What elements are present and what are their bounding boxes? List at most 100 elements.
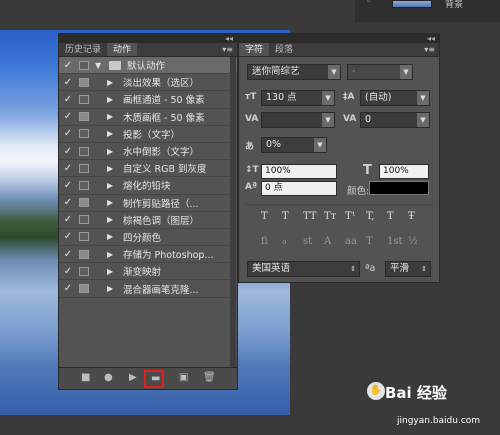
new-action-icon[interactable]: ▣ <box>179 372 188 383</box>
tracking-select[interactable]: 0 ▼ <box>360 112 430 128</box>
baseline-shift-field[interactable]: 0 点 <box>261 181 337 196</box>
tab-paragraph[interactable]: 段落 <box>269 43 299 56</box>
kerning-select[interactable]: ▼ <box>261 112 335 128</box>
panel-menu-icon[interactable]: ▾≡ <box>222 43 233 57</box>
collapse-icon[interactable]: ◂◂ <box>225 34 233 43</box>
all-caps-button[interactable]: TT <box>303 211 317 222</box>
delete-trash-icon[interactable]: 🗑 <box>203 372 216 383</box>
expand-triangle-icon[interactable]: ▼ <box>95 61 105 70</box>
tab-character[interactable]: 字符 <box>239 43 270 56</box>
action-row[interactable]: ✓ ▶ 熔化的铅块 <box>59 177 237 195</box>
contextual-alternates-button[interactable]: ℴ <box>282 236 287 247</box>
toggle-item-check-icon[interactable]: ✓ <box>62 77 74 88</box>
tab-history[interactable]: 历史记录 <box>59 43 107 56</box>
discretionary-ligature-button[interactable]: st <box>303 236 312 247</box>
toggle-item-check-icon[interactable]: ✓ <box>62 283 74 294</box>
action-row[interactable]: ✓ ▶ 投影（文字） <box>59 126 237 143</box>
toggle-dialog-icon[interactable] <box>79 94 89 104</box>
toggle-dialog-icon[interactable] <box>79 146 89 156</box>
expand-triangle-icon[interactable]: ▶ <box>107 164 117 173</box>
language-select[interactable]: 美国英语 ⇕ <box>247 261 360 277</box>
titling-alternates-button[interactable]: T <box>366 236 373 247</box>
play-icon[interactable]: ▶ <box>129 372 137 383</box>
ordinals-button[interactable]: 1st <box>387 236 403 247</box>
stylistic-alternates-button[interactable]: aa <box>345 236 357 247</box>
toggle-item-check-icon[interactable]: ✓ <box>62 111 74 122</box>
toggle-item-check-icon[interactable]: ✓ <box>62 146 74 157</box>
toggle-item-check-icon[interactable]: ✓ <box>62 266 74 277</box>
faux-italic-button[interactable]: T <box>282 211 289 222</box>
collapse-icon[interactable]: ◂◂ <box>427 34 435 43</box>
expand-triangle-icon[interactable]: ▶ <box>107 112 117 121</box>
layer-name[interactable]: 背景 <box>445 0 463 10</box>
expand-triangle-icon[interactable]: ▶ <box>107 95 117 104</box>
action-set-row[interactable]: ✓ ▼ 默认动作 <box>59 57 237 75</box>
expand-triangle-icon[interactable]: ▶ <box>107 250 117 259</box>
antialias-select[interactable]: 平滑 ⇕ <box>385 261 431 277</box>
toggle-item-check-icon[interactable]: ✓ <box>62 94 74 105</box>
expand-triangle-icon[interactable]: ▶ <box>107 129 117 138</box>
toggle-item-check-icon[interactable]: ✓ <box>62 231 74 242</box>
expand-triangle-icon[interactable]: ▶ <box>107 232 117 241</box>
character-panel-titlebar[interactable]: ◂◂ <box>239 34 439 43</box>
vertical-scale-field[interactable]: 100% <box>261 164 337 179</box>
expand-triangle-icon[interactable]: ▶ <box>107 147 117 156</box>
fractions-button[interactable]: ½ <box>408 236 418 247</box>
expand-triangle-icon[interactable]: ▶ <box>107 284 117 293</box>
toggle-dialog-icon[interactable] <box>79 232 89 242</box>
toggle-item-check-icon[interactable]: ✓ <box>62 180 74 191</box>
toggle-item-check-icon[interactable]: ✓ <box>62 60 74 71</box>
toggle-dialog-icon[interactable] <box>79 77 89 87</box>
strikethrough-button[interactable]: Ŧ <box>408 211 415 222</box>
text-color-swatch[interactable] <box>369 181 429 195</box>
toggle-dialog-icon[interactable] <box>79 198 89 208</box>
ligature-button[interactable]: fi <box>261 236 268 247</box>
action-row[interactable]: ✓ ▶ 棕褐色调（图层） <box>59 212 237 229</box>
action-row[interactable]: ✓ ▶ 渐变映射 <box>59 263 237 281</box>
swash-button[interactable]: A <box>324 236 331 247</box>
underline-button[interactable]: T <box>387 211 394 222</box>
action-row[interactable]: ✓ ▶ 水中倒影（文字） <box>59 143 237 161</box>
leading-select[interactable]: (自动) ▼ <box>360 90 430 106</box>
tsume-select[interactable]: 0% ▼ <box>261 137 327 153</box>
stop-icon[interactable]: ■ <box>81 372 90 383</box>
expand-triangle-icon[interactable]: ▶ <box>107 267 117 276</box>
toggle-dialog-icon[interactable] <box>79 112 89 122</box>
toggle-dialog-icon[interactable] <box>79 60 89 70</box>
font-size-select[interactable]: 130 点 ▼ <box>261 90 335 106</box>
toggle-item-check-icon[interactable]: ✓ <box>62 197 74 208</box>
action-row[interactable]: ✓ ▶ 四分颜色 <box>59 229 237 247</box>
actions-panel-titlebar[interactable]: ◂◂ <box>59 34 237 43</box>
toggle-dialog-icon[interactable] <box>79 249 89 259</box>
toggle-item-check-icon[interactable]: ✓ <box>62 128 74 139</box>
action-row[interactable]: ✓ ▶ 制作剪贴路径（... <box>59 195 237 212</box>
toggle-dialog-icon[interactable] <box>79 284 89 294</box>
action-row[interactable]: ✓ ▶ 自定义 RGB 到灰度 <box>59 160 237 178</box>
superscript-button[interactable]: T¹ <box>345 211 356 222</box>
action-row[interactable]: ✓ ▶ 存储为 Photoshop... <box>59 246 237 264</box>
layer-thumbnail[interactable] <box>392 0 432 8</box>
expand-triangle-icon[interactable]: ▶ <box>107 215 117 224</box>
small-caps-button[interactable]: Tт <box>324 211 336 222</box>
expand-triangle-icon[interactable]: ▶ <box>107 78 117 87</box>
toggle-item-check-icon[interactable]: ✓ <box>62 163 74 174</box>
toggle-dialog-icon[interactable] <box>79 215 89 225</box>
font-family-select[interactable]: 迷你简综艺 ▼ <box>247 64 341 80</box>
toggle-dialog-icon[interactable] <box>79 180 89 190</box>
toggle-dialog-icon[interactable] <box>79 129 89 139</box>
expand-triangle-icon[interactable]: ▶ <box>107 198 117 207</box>
toggle-item-check-icon[interactable]: ✓ <box>62 249 74 260</box>
subscript-button[interactable]: T, <box>366 211 374 222</box>
actions-scrollbar[interactable] <box>230 57 236 387</box>
toggle-item-check-icon[interactable]: ✓ <box>62 214 74 225</box>
action-row[interactable]: ✓ ▶ 淡出效果（选区） <box>59 74 237 92</box>
panel-menu-icon[interactable]: ▾≡ <box>424 43 435 57</box>
toggle-dialog-icon[interactable] <box>79 266 89 276</box>
faux-bold-button[interactable]: T <box>261 211 268 222</box>
action-row[interactable]: ✓ ▶ 木质画框 - 50 像素 <box>59 109 237 126</box>
font-style-select[interactable]: - ▼ <box>347 64 413 80</box>
toggle-dialog-icon[interactable] <box>79 163 89 173</box>
layer-visibility-icon[interactable]: ◦ <box>366 0 371 7</box>
action-row[interactable]: ✓ ▶ 混合器画笔克隆... <box>59 280 237 298</box>
tab-actions[interactable]: 动作 <box>107 43 138 56</box>
